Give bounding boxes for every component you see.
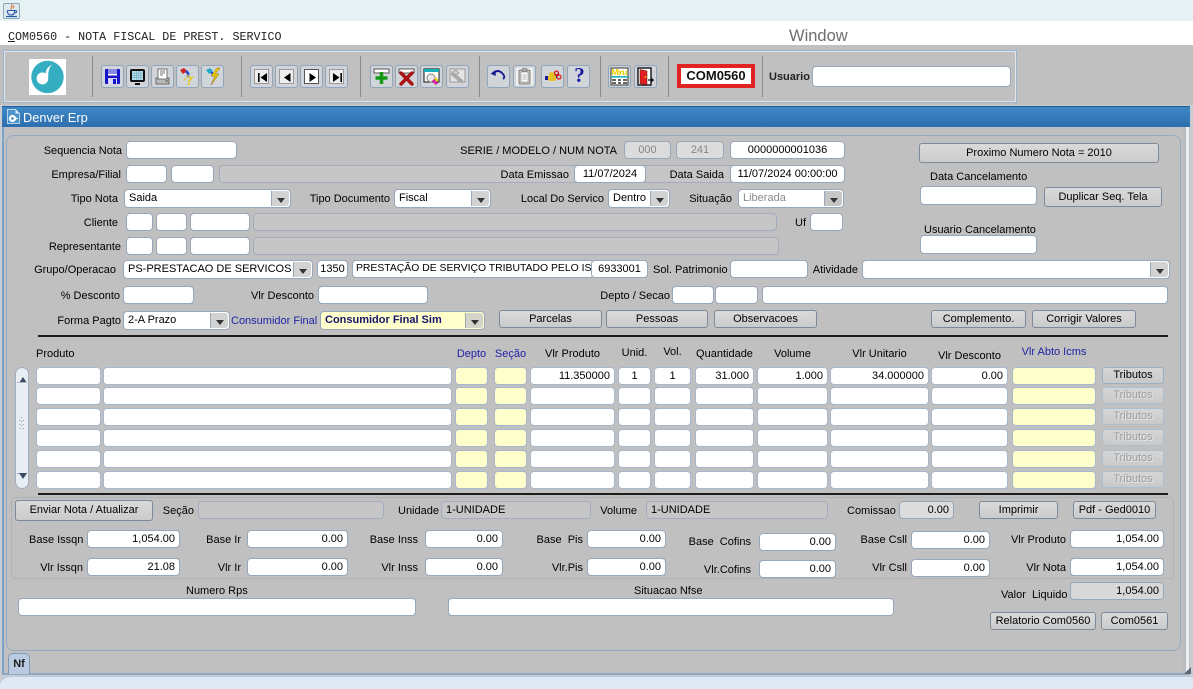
svg-text:?: ?	[186, 73, 193, 87]
svg-text:Menu: Menu	[612, 67, 628, 77]
